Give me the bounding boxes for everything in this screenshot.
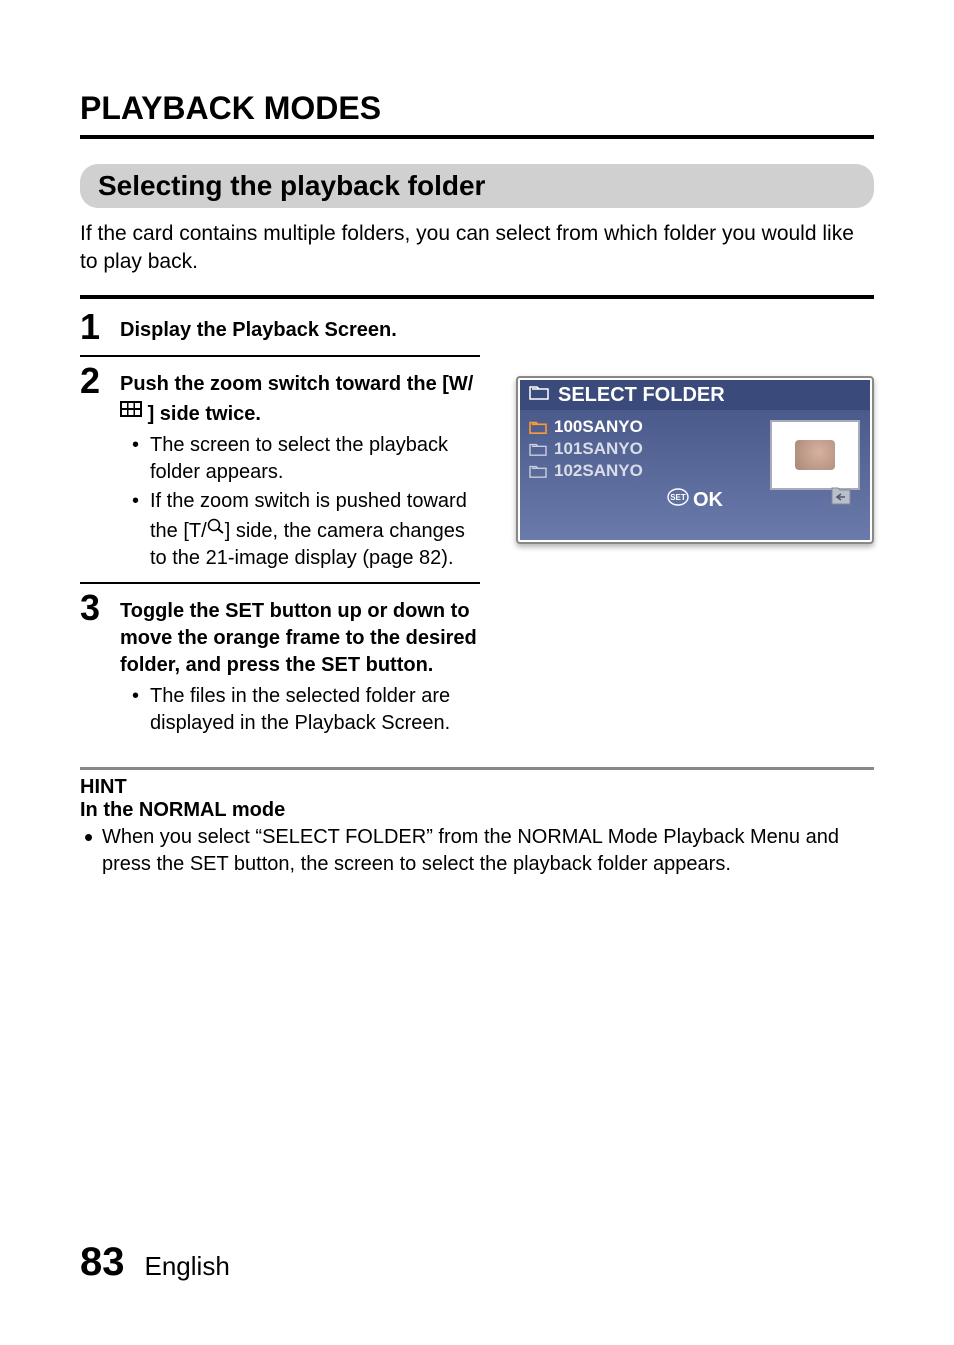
hint-body-wrap: • When you select “SELECT FOLDER” from t…: [80, 824, 874, 878]
step-number: 3: [80, 590, 102, 626]
title-underline: [80, 135, 874, 139]
screen-body: 100SANYO 101SANYO 102SANYO SET: [520, 410, 870, 540]
step-content: Display the Playback Screen.: [120, 309, 480, 344]
step-1: 1 Display the Playback Screen.: [80, 309, 480, 345]
page-footer: 83 English: [80, 1240, 230, 1285]
divider: [80, 295, 874, 299]
step-number: 1: [80, 309, 102, 345]
step-instruction: Display the Playback Screen.: [120, 319, 397, 341]
step-text-post2: ] side twice.: [148, 403, 261, 425]
step-content: Push the zoom switch toward the [W/ ] si…: [120, 363, 480, 572]
bullet-list: The files in the selected folder are dis…: [120, 683, 480, 737]
step-content: Toggle the SET button up or down to move…: [120, 590, 480, 737]
magnify-icon: [207, 515, 225, 542]
list-item: The screen to select the playback folder…: [120, 432, 480, 486]
page-number: 83: [80, 1240, 125, 1285]
intro-text: If the card contains multiple folders, y…: [80, 220, 874, 277]
step-text-pre: Push the zoom switch toward the [W/: [120, 373, 473, 395]
camera-screen: SELECT FOLDER 100SANYO 101SANYO 102SANYO: [516, 376, 874, 544]
bullet-icon: •: [80, 824, 94, 878]
folder-name: 102SANYO: [554, 460, 643, 482]
bullet-list: The screen to select the playback folder…: [120, 432, 480, 572]
step-2: 2 Push the zoom switch toward the [W/ ] …: [80, 355, 480, 572]
hint-subtitle: In the NORMAL mode: [80, 799, 874, 822]
folder-icon: [528, 463, 548, 479]
step-number: 2: [80, 363, 102, 399]
folder-icon: [528, 383, 550, 407]
screen-title: SELECT FOLDER: [558, 384, 725, 407]
folder-name: 100SANYO: [554, 416, 643, 438]
hint-divider: [80, 767, 874, 770]
back-icon: [828, 486, 854, 512]
svg-text:SET: SET: [670, 493, 686, 502]
list-item: If the zoom switch is pushed toward the …: [120, 488, 480, 572]
grid-icon: [120, 398, 142, 425]
list-item: The files in the selected folder are dis…: [120, 683, 480, 737]
page-title: PLAYBACK MODES: [80, 90, 874, 127]
bullet-text: If the zoom switch is pushed toward the …: [150, 490, 467, 569]
thumbnail: [770, 420, 860, 490]
screen-footer: SET OK: [528, 482, 862, 516]
folder-name: 101SANYO: [554, 438, 643, 460]
folder-icon: [528, 441, 548, 457]
step-instruction: Toggle the SET button up or down to move…: [120, 600, 477, 676]
language-label: English: [145, 1251, 230, 1282]
hint-label: HINT: [80, 776, 874, 799]
step-instruction: Push the zoom switch toward the [W/ ] si…: [120, 373, 473, 425]
section-header: Selecting the playback folder: [80, 164, 874, 208]
hint-body: When you select “SELECT FOLDER” from the…: [102, 824, 874, 878]
set-icon: SET: [667, 488, 689, 512]
folder-icon: [528, 419, 548, 435]
screen-frame: SELECT FOLDER 100SANYO 101SANYO 102SANYO: [516, 376, 874, 544]
ok-label: OK: [693, 489, 723, 512]
screen-title-bar: SELECT FOLDER: [520, 380, 870, 410]
thumbnail-image: [795, 440, 835, 470]
step-3: 3 Toggle the SET button up or down to mo…: [80, 582, 480, 737]
